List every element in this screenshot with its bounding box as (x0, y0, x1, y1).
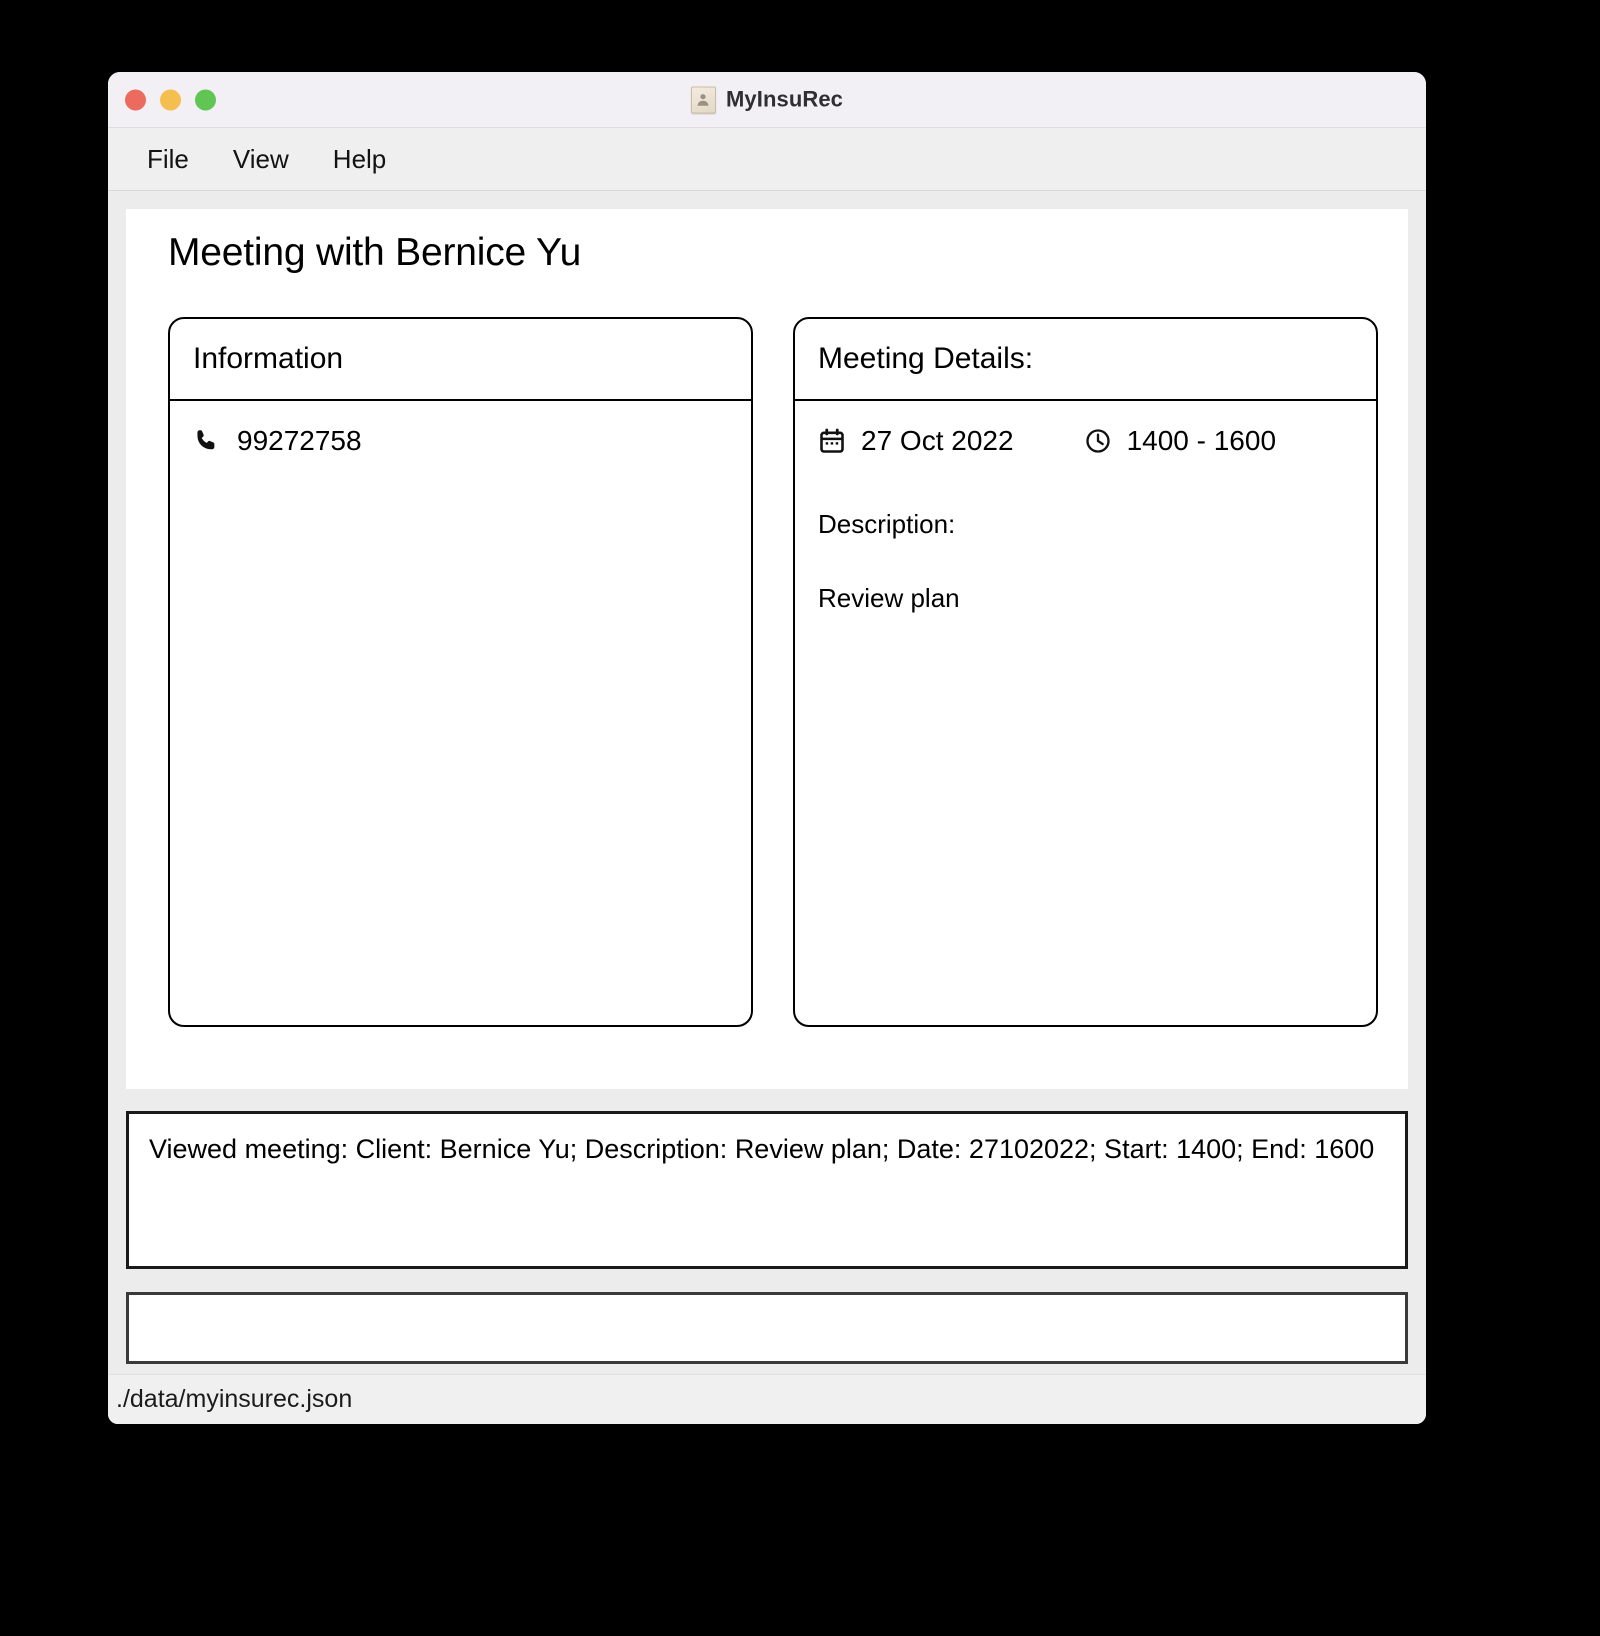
meeting-time-group: 1400 - 1600 (1084, 425, 1276, 457)
description-label: Description: (818, 509, 956, 539)
information-panel-body: 99272758 (170, 401, 751, 1025)
result-display-box: Viewed meeting: Client: Bernice Yu; Desc… (126, 1111, 1408, 1269)
result-display-text: Viewed meeting: Client: Bernice Yu; Desc… (149, 1134, 1375, 1164)
meeting-details-panel-header: Meeting Details: (795, 319, 1376, 401)
meeting-date-group: 27 Oct 2022 (818, 425, 1014, 457)
menu-view[interactable]: View (211, 140, 311, 179)
main-content: Meeting with Bernice Yu Information 9927… (126, 209, 1408, 1089)
status-bar-file-path: ./data/myinsurec.json (116, 1385, 353, 1413)
meeting-date-time-row: 27 Oct 2022 1400 - 1600 (818, 425, 1353, 457)
command-input-container (126, 1292, 1408, 1364)
menu-bar: File View Help (108, 128, 1426, 191)
menu-help[interactable]: Help (311, 140, 408, 179)
menu-file[interactable]: File (139, 140, 211, 179)
title-bar-center: MyInsuRec (108, 86, 1426, 113)
contact-card-icon (690, 86, 716, 113)
status-bar: ./data/myinsurec.json (108, 1374, 1426, 1424)
phone-number: 99272758 (237, 425, 362, 456)
application-window: MyInsuRec File View Help Meeting with Be… (108, 72, 1426, 1424)
title-bar: MyInsuRec (108, 72, 1426, 128)
meeting-details-panel: Meeting Details: 27 Oct 2022 1400 - 1600… (793, 317, 1378, 1027)
panels-container: Information 99272758 Meeting Details: 27… (168, 317, 1378, 1027)
meeting-details-panel-title: Meeting Details: (818, 342, 1034, 375)
command-input[interactable] (126, 1292, 1408, 1364)
meeting-time-range: 1400 - 1600 (1126, 425, 1277, 456)
information-panel-title: Information (193, 342, 344, 375)
description-value: Review plan (818, 583, 960, 613)
meeting-details-panel-body: 27 Oct 2022 1400 - 1600 Description: Rev… (795, 401, 1376, 1025)
phone-icon (193, 427, 221, 455)
clock-icon (1084, 427, 1112, 455)
phone-row: 99272758 (193, 425, 728, 457)
screen: MyInsuRec File View Help Meeting with Be… (0, 0, 1600, 1636)
result-display-container: Viewed meeting: Client: Bernice Yu; Desc… (126, 1111, 1408, 1269)
page-title: Meeting with Bernice Yu (168, 231, 582, 274)
calendar-icon (818, 427, 846, 455)
window-title: MyInsuRec (725, 86, 844, 112)
information-panel-header: Information (170, 319, 751, 401)
meeting-date: 27 Oct 2022 (861, 425, 1014, 456)
information-panel: Information 99272758 (168, 317, 753, 1027)
